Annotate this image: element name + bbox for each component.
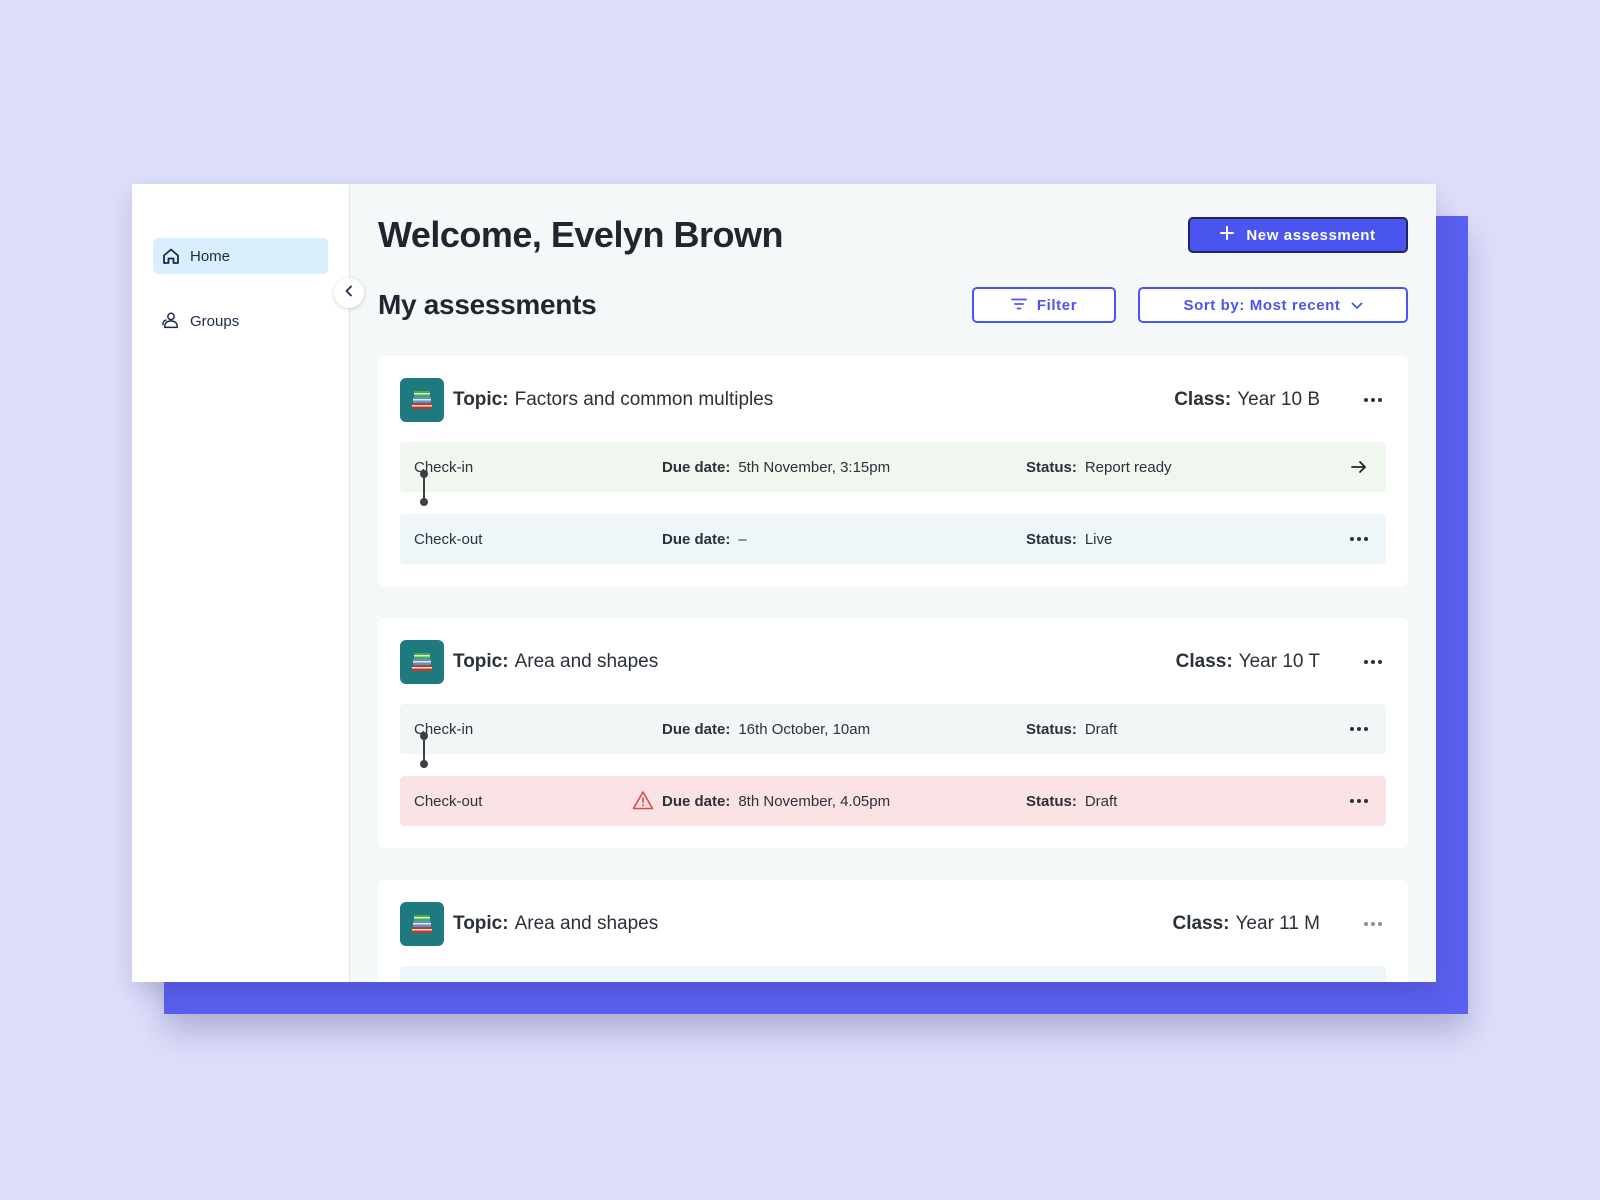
app-window: Home Groups Welcome, Evelyn Brown New as… [132, 184, 1436, 982]
status: Status: Draft [1026, 721, 1346, 738]
card-header: Topic: Factors and common multiples Class… [400, 378, 1386, 422]
books-icon [400, 640, 444, 684]
due-date-label: Due date: [662, 720, 731, 738]
status-label: Status: [1026, 792, 1077, 810]
stage-label: Check-out [414, 530, 483, 548]
due-date-value: 8th November, 4.05pm [738, 792, 891, 810]
status: Status: Live [1026, 531, 1346, 548]
card-class: Class: Year 10 T [1176, 651, 1320, 673]
main-content: Welcome, Evelyn Brown New assessment My … [350, 184, 1436, 982]
check-out-row[interactable]: Check-out Due date: 8th November, 4.05pm … [400, 776, 1386, 826]
status-label: Status: [1026, 458, 1077, 476]
card-more-menu-button[interactable] [1360, 660, 1386, 664]
plus-icon [1220, 226, 1235, 244]
topic-value: Area and shapes [514, 651, 659, 672]
new-assessment-label: New assessment [1246, 226, 1376, 244]
groups-icon [161, 311, 181, 331]
sidebar-item-groups[interactable]: Groups [153, 303, 328, 339]
card-topic: Topic: Area and shapes [453, 913, 658, 935]
class-value: Year 10 T [1238, 651, 1320, 672]
card-class: Class: Year 11 M [1172, 913, 1320, 935]
warning-icon [632, 790, 654, 814]
arrow-right-icon[interactable] [1346, 460, 1372, 474]
sidebar-item-label: Home [190, 247, 231, 265]
sort-label: Sort by: Most recent [1183, 296, 1341, 314]
check-in-row[interactable] [400, 966, 1386, 982]
row-more-menu-button[interactable] [1346, 727, 1372, 731]
section-title: My assessments [378, 289, 597, 320]
filter-button[interactable]: Filter [972, 287, 1116, 323]
row-more-menu-button[interactable] [1346, 799, 1372, 803]
assessments-toolbar: My assessments Filter Sort by: Most rece… [378, 286, 1408, 324]
assessment-card: Topic: Factors and common multiples Class… [378, 356, 1408, 586]
new-assessment-button[interactable]: New assessment [1188, 217, 1408, 253]
books-icon [400, 378, 444, 422]
due-date: Due date: 16th October, 10am [634, 721, 1026, 738]
due-date-value: 16th October, 10am [738, 720, 871, 738]
check-in-row[interactable]: Check-in Due date: 16th October, 10am Sta… [400, 704, 1386, 754]
topic-value: Area and shapes [514, 913, 659, 934]
sidebar-item-label: Groups [190, 312, 240, 330]
card-more-menu-button[interactable] [1360, 922, 1386, 926]
card-topic: Topic: Factors and common multiples [453, 389, 773, 411]
status-value: Report ready [1084, 458, 1172, 476]
stage-label: Check-in [414, 720, 474, 738]
card-more-menu-button[interactable] [1360, 398, 1386, 402]
topic-label: Topic: [453, 913, 509, 934]
class-value: Year 10 B [1237, 389, 1320, 410]
due-date-label: Due date: [662, 530, 731, 548]
page-header: Welcome, Evelyn Brown New assessment [378, 214, 1408, 256]
stage-connector [400, 470, 1386, 514]
collapse-sidebar-button[interactable] [334, 278, 364, 308]
class-label: Class: [1175, 651, 1233, 672]
sort-dropdown[interactable]: Sort by: Most recent [1138, 287, 1408, 323]
status-value: Live [1084, 530, 1113, 548]
filter-icon [1010, 297, 1027, 314]
due-date: Due date: – [634, 531, 1026, 548]
due-date-label: Due date: [662, 458, 731, 476]
check-out-row[interactable]: Check-out Due date: – Status: Live [400, 514, 1386, 564]
class-label: Class: [1174, 389, 1232, 410]
status-value: Draft [1084, 720, 1118, 738]
card-header: Topic: Area and shapes Class: Year 11 M [400, 902, 1386, 946]
due-date-value: 5th November, 3:15pm [738, 458, 891, 476]
chevron-left-icon [343, 284, 355, 302]
status: Status: Report ready [1026, 459, 1346, 476]
class-value: Year 11 M [1235, 913, 1321, 934]
status-label: Status: [1026, 720, 1077, 738]
check-in-row[interactable]: Check-in Due date: 5th November, 3:15pm S… [400, 442, 1386, 492]
topic-value: Factors and common multiples [514, 389, 774, 410]
due-date-value: – [738, 530, 747, 548]
page-title: Welcome, Evelyn Brown [378, 214, 783, 255]
class-label: Class: [1172, 913, 1230, 934]
card-topic: Topic: Area and shapes [453, 651, 658, 673]
status-value: Draft [1084, 792, 1118, 810]
stage-label: Check-out [414, 792, 483, 810]
row-more-menu-button[interactable] [1346, 537, 1372, 541]
status: Status: Draft [1026, 793, 1346, 810]
home-icon [161, 246, 181, 266]
assessment-card: Topic: Area and shapes Class: Year 10 T Ch… [378, 618, 1408, 848]
card-header: Topic: Area and shapes Class: Year 10 T [400, 640, 1386, 684]
toolbar-controls: Filter Sort by: Most recent [972, 287, 1408, 323]
topic-label: Topic: [453, 651, 509, 672]
topic-label: Topic: [453, 389, 509, 410]
filter-label: Filter [1036, 296, 1078, 314]
due-date: Due date: 5th November, 3:15pm [634, 459, 1026, 476]
due-date-label: Due date: [662, 792, 731, 810]
assessment-card: Topic: Area and shapes Class: Year 11 M [378, 880, 1408, 982]
books-icon [400, 902, 444, 946]
status-label: Status: [1026, 530, 1077, 548]
stage-connector [400, 732, 1386, 776]
stage-label: Check-in [414, 458, 474, 476]
sidebar: Home Groups [132, 184, 364, 982]
due-date: Due date: 8th November, 4.05pm [632, 790, 1026, 810]
sidebar-item-home[interactable]: Home [153, 238, 328, 274]
card-class: Class: Year 10 B [1174, 389, 1320, 411]
chevron-down-icon [1351, 297, 1363, 314]
